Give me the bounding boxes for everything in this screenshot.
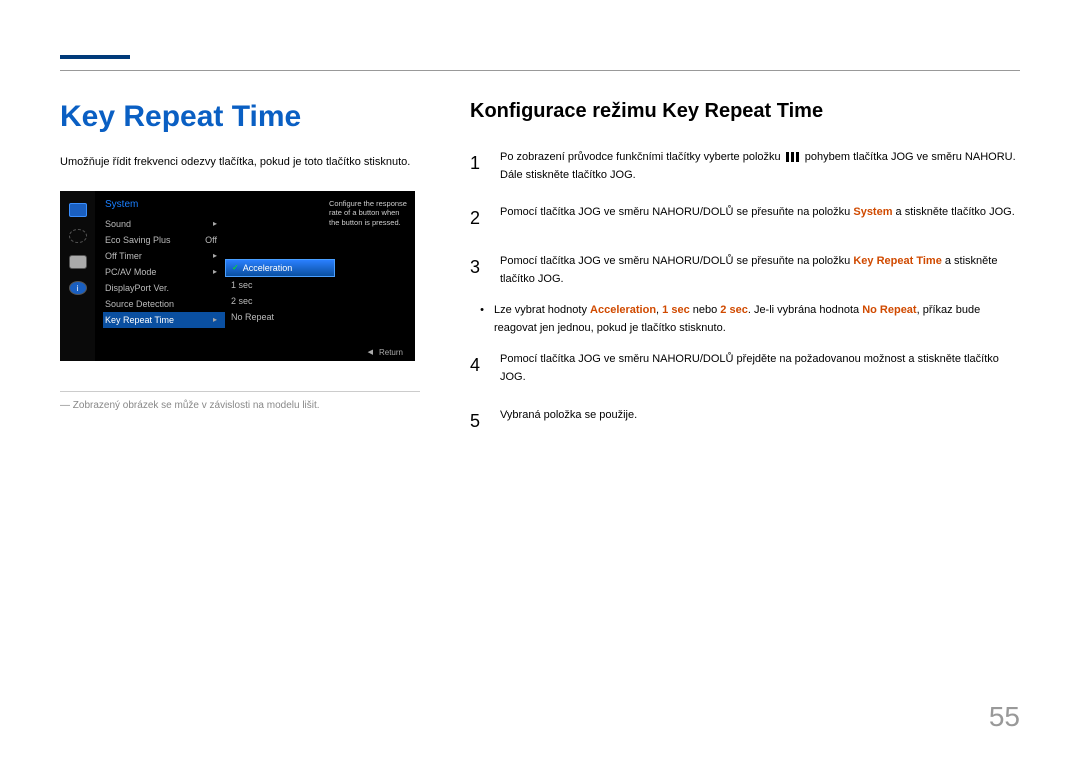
left-column: Key Repeat Time Umožňuje řídit frekvenci… (60, 100, 420, 455)
step-2: 2 Pomocí tlačítka JOG ve směru NAHORU/DO… (470, 204, 1020, 233)
step-number: 5 (470, 407, 484, 436)
menu-icon (786, 152, 800, 162)
info-icon: i (69, 281, 87, 295)
step-number: 1 (470, 149, 484, 184)
footnote: ― Zobrazený obrázek se může v závislosti… (60, 400, 420, 411)
triangle-left-icon: ◀ (368, 348, 373, 356)
bullet-note: • Lze vybrat hodnoty Acceleration, 1 sec… (470, 302, 1020, 337)
section-title: Konfigurace režimu Key Repeat Time (470, 100, 1020, 123)
osd-description: Configure the response rate of a button … (329, 199, 407, 228)
step-number: 4 (470, 351, 484, 386)
highlight-system: System (853, 206, 892, 218)
page-number: 55 (989, 701, 1020, 733)
osd-return: Return (379, 348, 403, 357)
right-column: Konfigurace režimu Key Repeat Time 1 Po … (470, 100, 1020, 455)
brightness-icon (69, 229, 87, 243)
osd-sub-2sec: 2 sec (225, 293, 335, 309)
step-number: 3 (470, 253, 484, 288)
osd-footer: ◀ Return (368, 348, 403, 357)
osd-header: System (105, 199, 225, 210)
osd-item-eco: Eco Saving Plus (105, 235, 171, 245)
step-1: 1 Po zobrazení průvodce funkčními tlačít… (470, 149, 1020, 184)
chevron-right-icon: ▸ (213, 219, 217, 229)
osd-sub-1sec: 1 sec (225, 277, 335, 293)
chevron-right-icon: ▸ (213, 267, 217, 277)
osd-item-srcdet: Source Detection (105, 299, 174, 309)
osd-item-eco-val: Off (205, 235, 217, 245)
osd-item-offtimer: Off Timer (105, 251, 142, 261)
step-3: 3 Pomocí tlačítka JOG ve směru NAHORU/DO… (470, 253, 1020, 288)
osd-sub-norep: No Repeat (225, 309, 335, 325)
highlight-krt: Key Repeat Time (853, 255, 941, 267)
chevron-right-icon: ▸ (213, 251, 217, 261)
step-number: 2 (470, 204, 484, 233)
step-4: 4 Pomocí tlačítka JOG ve směru NAHORU/DO… (470, 351, 1020, 386)
check-icon: ✓ (232, 263, 239, 272)
osd-item-sound: Sound (105, 219, 131, 229)
osd-submenu: ✓ Acceleration 1 sec 2 sec No Repeat (225, 191, 335, 361)
osd-sidebar: i (60, 191, 95, 361)
osd-item-krt: Key Repeat Time (105, 315, 174, 325)
chevron-right-icon: ▸ (213, 315, 217, 325)
step-5: 5 Vybraná položka se použije. (470, 407, 1020, 436)
picture-icon (69, 203, 87, 217)
page-title: Key Repeat Time (60, 100, 420, 134)
gear-icon (69, 255, 87, 269)
osd-screenshot: i System Sound ▸ Eco Saving Plus Off Off T… (60, 191, 415, 361)
footnote-divider (60, 391, 420, 392)
osd-menu: System Sound ▸ Eco Saving Plus Off Off Tim… (95, 191, 225, 361)
osd-item-pcav: PC/AV Mode (105, 267, 156, 277)
osd-sub-accel: Acceleration (243, 263, 293, 273)
accent-bar (60, 55, 130, 59)
intro-text: Umožňuje řídit frekvenci odezvy tlačítka… (60, 154, 420, 171)
osd-item-dpver: DisplayPort Ver. (105, 283, 169, 293)
top-rule (60, 70, 1020, 71)
